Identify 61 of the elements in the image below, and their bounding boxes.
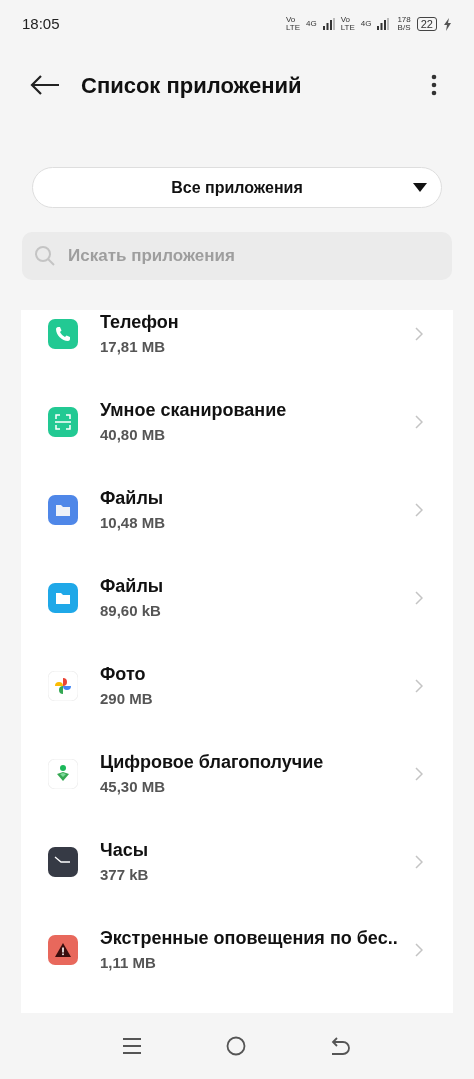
menu-icon[interactable] <box>122 1038 141 1054</box>
filter-dropdown[interactable]: Все приложения <box>32 167 442 208</box>
network-type: 4G <box>305 18 317 30</box>
chevron-right-icon <box>415 327 423 341</box>
charging-icon <box>443 17 452 31</box>
app-name: Фото <box>100 663 147 686</box>
app-list-item[interactable]: Файлы 10,48 MB <box>21 466 453 554</box>
scan-icon <box>48 407 78 437</box>
chevron-right-icon <box>415 503 423 517</box>
status-time: 18:05 <box>22 13 60 34</box>
back-icon[interactable] <box>331 1037 352 1055</box>
app-name: Цифровое благополучие <box>100 751 325 774</box>
more-icon <box>431 74 437 96</box>
app-size: 40,80 MB <box>100 425 167 445</box>
search-field[interactable]: Искать приложения <box>22 232 452 280</box>
speed-unit: B/S <box>397 24 411 32</box>
phone-icon <box>48 319 78 349</box>
warning-icon <box>48 935 78 965</box>
signal-icon <box>377 18 390 30</box>
app-size: 377 kB <box>100 865 150 885</box>
chevron-right-icon <box>415 679 423 693</box>
signal-icon <box>322 18 335 30</box>
chevron-right-icon <box>415 943 423 957</box>
app-name: Умное сканирование <box>100 399 288 422</box>
app-list-item[interactable]: Экстренные оповещения по бес.. 1,11 MB <box>21 906 453 994</box>
app-list-item[interactable]: Часы 377 kB <box>21 818 453 906</box>
app-size: 89,60 kB <box>100 601 162 621</box>
app-name: Экстренные оповещения по бес.. <box>100 927 399 950</box>
chevron-right-icon <box>415 415 423 429</box>
folder-icon <box>48 583 78 613</box>
folder-icon <box>48 495 78 525</box>
network-label: LTE <box>285 24 300 32</box>
speed-value: 178 <box>397 16 411 24</box>
network-type: 4G <box>360 18 372 30</box>
app-list-item[interactable]: Фото 290 MB <box>21 642 453 730</box>
app-size: 45,30 MB <box>100 777 167 797</box>
app-list-item[interactable]: Цифровое благополучие 45,30 MB <box>21 730 453 818</box>
network-label: Vo <box>340 16 351 24</box>
page-title: Список приложений <box>81 71 303 100</box>
app-size: 1,11 MB <box>100 953 157 973</box>
app-size: 290 MB <box>100 689 154 709</box>
chevron-right-icon <box>415 855 423 869</box>
app-list-item[interactable]: Файлы 89,60 kB <box>21 554 453 642</box>
network-label: LTE <box>340 24 355 32</box>
dropdown-caret-icon <box>413 183 427 192</box>
app-size: 10,48 MB <box>100 513 167 533</box>
clock-icon <box>48 847 78 877</box>
battery-indicator: 22 <box>416 17 437 31</box>
app-list-item[interactable]: Умное сканирование 40,80 MB <box>21 378 453 466</box>
pinwheel-icon <box>48 671 78 701</box>
app-name: Телефон <box>100 311 180 334</box>
app-name: Файлы <box>100 487 165 510</box>
app-size: 17,81 MB <box>100 337 167 357</box>
chevron-right-icon <box>415 591 423 605</box>
chevron-right-icon <box>415 767 423 781</box>
heart-figure-icon <box>48 759 78 789</box>
app-name: Часы <box>100 839 150 862</box>
app-name: Файлы <box>100 575 165 598</box>
home-icon[interactable] <box>226 1036 246 1056</box>
network-label: Vo <box>285 16 297 24</box>
app-list-item[interactable]: Телефон 17,81 MB <box>21 310 453 378</box>
